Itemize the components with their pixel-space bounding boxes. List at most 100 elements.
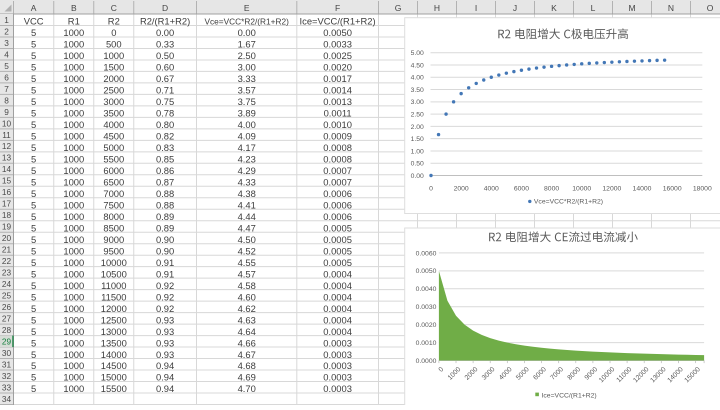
svg-text:24: 24 [2, 279, 12, 289]
svg-text:0.0006: 0.0006 [323, 188, 352, 199]
svg-text:5: 5 [31, 222, 36, 233]
svg-text:5: 5 [31, 257, 36, 268]
svg-text:25: 25 [2, 291, 12, 301]
svg-text:10: 10 [2, 118, 12, 128]
svg-text:0.86: 0.86 [156, 165, 174, 176]
svg-text:0.91: 0.91 [156, 257, 174, 268]
svg-text:0.0003: 0.0003 [323, 372, 352, 383]
svg-text:4.70: 4.70 [238, 383, 256, 394]
svg-text:5: 5 [31, 326, 36, 337]
svg-text:0.85: 0.85 [156, 154, 174, 165]
svg-text:18000: 18000 [693, 186, 712, 193]
svg-text:0.90: 0.90 [156, 245, 174, 256]
svg-text:0.93: 0.93 [156, 314, 174, 325]
svg-text:1000: 1000 [63, 291, 84, 302]
svg-text:0.0000: 0.0000 [416, 358, 437, 365]
svg-text:2500: 2500 [103, 85, 124, 96]
svg-text:2000: 2000 [454, 186, 469, 193]
svg-text:5: 5 [31, 291, 36, 302]
svg-text:1000: 1000 [63, 326, 84, 337]
svg-text:1000: 1000 [63, 303, 84, 314]
svg-text:3.33: 3.33 [238, 73, 256, 84]
svg-text:14000: 14000 [101, 349, 127, 360]
svg-text:0.0005: 0.0005 [323, 234, 352, 245]
svg-text:33: 33 [2, 382, 12, 392]
svg-text:0.0006: 0.0006 [323, 211, 352, 222]
svg-text:0.0008: 0.0008 [323, 142, 352, 153]
svg-text:0.93: 0.93 [156, 349, 174, 360]
svg-text:0.83: 0.83 [156, 142, 174, 153]
svg-text:0.0017: 0.0017 [323, 73, 352, 84]
svg-text:3.89: 3.89 [238, 108, 256, 119]
svg-text:1000: 1000 [63, 349, 84, 360]
svg-text:5: 5 [31, 85, 36, 96]
svg-text:1000: 1000 [63, 360, 84, 371]
svg-text:1000: 1000 [63, 131, 84, 142]
svg-text:1000: 1000 [63, 257, 84, 268]
svg-text:5: 5 [31, 154, 36, 165]
svg-text:5: 5 [31, 131, 36, 142]
svg-text:0.87: 0.87 [156, 176, 174, 187]
svg-text:6500: 6500 [103, 176, 124, 187]
svg-text:4.60: 4.60 [238, 291, 256, 302]
svg-text:0.93: 0.93 [156, 337, 174, 348]
svg-text:4.66: 4.66 [238, 337, 256, 348]
svg-text:0.78: 0.78 [156, 108, 174, 119]
svg-text:15500: 15500 [101, 383, 127, 394]
svg-text:0.88: 0.88 [156, 188, 174, 199]
svg-text:0.67: 0.67 [156, 73, 174, 84]
svg-text:3.00: 3.00 [238, 62, 256, 73]
svg-text:8000: 8000 [103, 211, 124, 222]
svg-text:10000: 10000 [101, 257, 127, 268]
svg-text:4.17: 4.17 [238, 142, 256, 153]
svg-text:4.57: 4.57 [238, 268, 256, 279]
svg-text:31: 31 [2, 359, 12, 369]
svg-text:4.00: 4.00 [411, 75, 424, 82]
svg-text:1000: 1000 [63, 199, 84, 210]
svg-text:15: 15 [2, 176, 12, 186]
svg-text:0.93: 0.93 [156, 326, 174, 337]
svg-text:R2: R2 [108, 16, 120, 27]
svg-text:4.64: 4.64 [238, 326, 256, 337]
svg-text:D: D [162, 3, 168, 13]
svg-text:I: I [475, 3, 477, 13]
svg-text:1000: 1000 [63, 85, 84, 96]
svg-text:5: 5 [31, 199, 36, 210]
svg-text:4.23: 4.23 [238, 154, 256, 165]
svg-text:R2/(R1+R2): R2/(R1+R2) [140, 16, 190, 27]
svg-text:4.67: 4.67 [238, 349, 256, 360]
svg-text:1000: 1000 [63, 108, 84, 119]
svg-text:4.00: 4.00 [238, 119, 256, 130]
svg-text:1.50: 1.50 [411, 136, 424, 143]
svg-text:0.0050: 0.0050 [323, 27, 352, 38]
svg-text:0: 0 [429, 186, 433, 193]
svg-text:5: 5 [31, 383, 36, 394]
svg-text:1000: 1000 [63, 165, 84, 176]
svg-text:4.38: 4.38 [238, 188, 256, 199]
svg-text:L: L [591, 3, 596, 13]
svg-text:4: 4 [4, 49, 9, 59]
svg-text:5.00: 5.00 [411, 50, 424, 57]
svg-text:1000: 1000 [63, 142, 84, 153]
svg-text:14500: 14500 [101, 360, 127, 371]
svg-text:12000: 12000 [101, 303, 127, 314]
svg-text:12000: 12000 [602, 186, 621, 193]
svg-text:5: 5 [31, 268, 36, 279]
svg-text:1000: 1000 [63, 119, 84, 130]
svg-text:1.67: 1.67 [238, 39, 256, 50]
svg-text:0.0004: 0.0004 [323, 326, 352, 337]
svg-text:27: 27 [2, 314, 12, 324]
svg-text:1000: 1000 [63, 222, 84, 233]
svg-text:N: N [668, 3, 674, 13]
svg-text:9: 9 [4, 107, 9, 117]
svg-text:5: 5 [31, 303, 36, 314]
svg-text:5500: 5500 [103, 154, 124, 165]
svg-text:1000: 1000 [63, 73, 84, 84]
svg-text:34: 34 [2, 394, 12, 404]
svg-text:19: 19 [2, 222, 12, 232]
svg-text:3.57: 3.57 [238, 85, 256, 96]
svg-text:0.0008: 0.0008 [323, 154, 352, 165]
svg-text:5: 5 [31, 50, 36, 61]
svg-text:8500: 8500 [103, 222, 124, 233]
svg-text:11000: 11000 [101, 280, 126, 291]
